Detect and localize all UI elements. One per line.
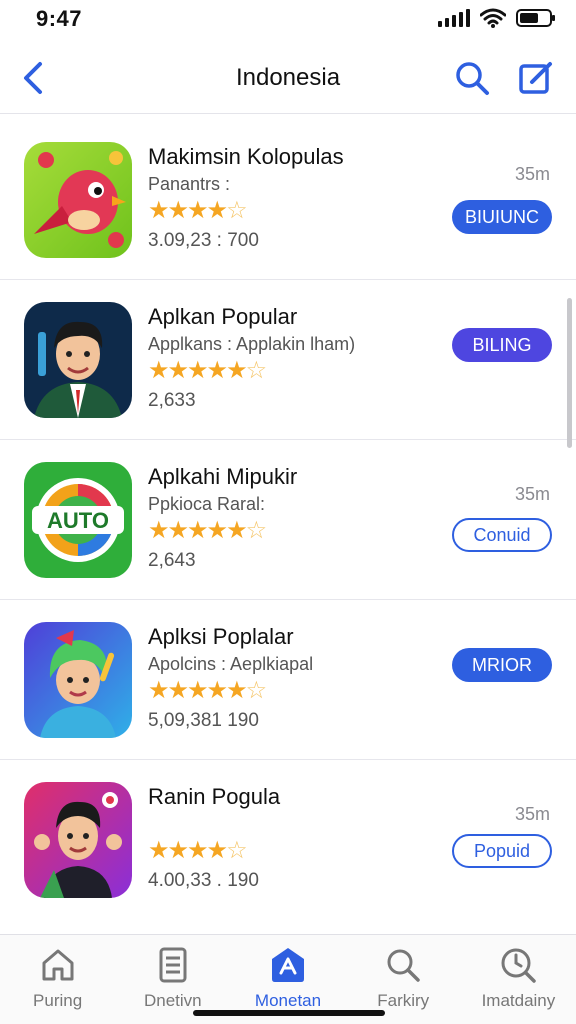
tab-label: Farkiry — [377, 991, 430, 1010]
list-item[interactable]: Ranin Pogula ★★★★☆ 4.00,33 . 190 35m Pop… — [0, 760, 576, 920]
get-button[interactable]: BIUIUNC — [452, 200, 552, 234]
document-icon — [159, 947, 187, 983]
app-icon-woman — [24, 622, 132, 738]
app-name: Makimsin Kolopulas — [148, 144, 344, 169]
app-meta: 2,633 — [148, 390, 196, 411]
app-meta: 2,643 — [148, 550, 196, 571]
tab-label: Imatdainy — [481, 991, 556, 1010]
app-subtitle: Apolcins : Aeplkiapal — [148, 654, 314, 674]
app-subtitle: Ppkioca Raral: — [148, 494, 266, 514]
app-meta: 4.00,33 . 190 — [148, 870, 259, 891]
search-icon — [387, 949, 420, 982]
list-item[interactable]: Makimsin Kolopulas Panantrs : ★★★★☆ 3.09… — [0, 120, 576, 280]
app-subtitle: Panantrs : — [148, 174, 231, 194]
app-size: 35m — [514, 164, 550, 184]
app-list: Makimsin Kolopulas Panantrs : ★★★★☆ 3.09… — [0, 120, 576, 920]
rating-stars: ★★★★★☆ — [148, 517, 267, 544]
rating-stars: ★★★★☆ — [148, 197, 248, 224]
tab-label: Monetan — [254, 991, 322, 1010]
battery-icon — [516, 9, 555, 27]
svg-text:AUTO: AUTO — [47, 508, 109, 533]
get-button[interactable]: MRIOR — [452, 648, 552, 682]
get-button[interactable]: Conuid — [452, 518, 552, 552]
nav-bar: Indonesia — [0, 44, 576, 114]
list-item[interactable]: AUTO Aplkahi Mipukir Ppkioca Raral: ★★★★… — [0, 440, 576, 600]
tab-puring[interactable]: Puring — [0, 935, 115, 1024]
home-icon — [42, 949, 74, 981]
app-name: Ranin Pogula — [148, 784, 281, 809]
app-meta: 3.09,23 : 700 — [148, 230, 259, 251]
app-meta: 5,09,381 190 — [148, 710, 259, 731]
status-bar: 9:47 — [0, 0, 576, 40]
app-name: Aplksi Poplalar — [148, 624, 294, 649]
app-name: Aplkahi Mipukir — [148, 464, 298, 489]
app-icon-man — [24, 302, 132, 418]
signal-icon — [438, 9, 470, 27]
search-icon[interactable] — [452, 58, 492, 98]
app-name: Aplkan Popular — [148, 304, 298, 329]
tab-label: Puring — [33, 991, 83, 1010]
app-size: 35m — [514, 804, 550, 824]
apps-icon — [272, 948, 304, 982]
get-button[interactable]: BILING — [452, 328, 552, 362]
home-indicator[interactable] — [193, 1010, 385, 1016]
get-button[interactable]: Popuid — [452, 834, 552, 868]
compose-icon[interactable] — [516, 58, 556, 98]
tab-imatdainy[interactable]: Imatdainy — [461, 935, 576, 1024]
tab-label: Dnetivn — [143, 991, 202, 1010]
rating-stars: ★★★★★☆ — [148, 357, 267, 384]
wifi-icon — [480, 8, 506, 28]
scrollbar[interactable] — [567, 298, 572, 448]
tab-bar: Puring Dnetivn Monetan Farkiry Imatdainy — [0, 934, 576, 1024]
app-size: 35m — [514, 484, 550, 504]
app-icon-bird — [24, 142, 132, 258]
app-icon-auto: AUTO — [24, 462, 132, 578]
status-time: 9:47 — [36, 6, 83, 31]
list-item[interactable]: Aplksi Poplalar Apolcins : Aeplkiapal ★★… — [0, 600, 576, 760]
rating-stars: ★★★★☆ — [148, 837, 248, 864]
status-icons — [438, 8, 555, 28]
app-subtitle: Applkans : Applakin lham) — [148, 334, 356, 354]
rating-stars: ★★★★★☆ — [148, 677, 267, 704]
list-item[interactable]: Aplkan Popular Applkans : Applakin lham)… — [0, 280, 576, 440]
clock-search-icon — [501, 948, 537, 983]
app-icon-character — [24, 782, 132, 898]
